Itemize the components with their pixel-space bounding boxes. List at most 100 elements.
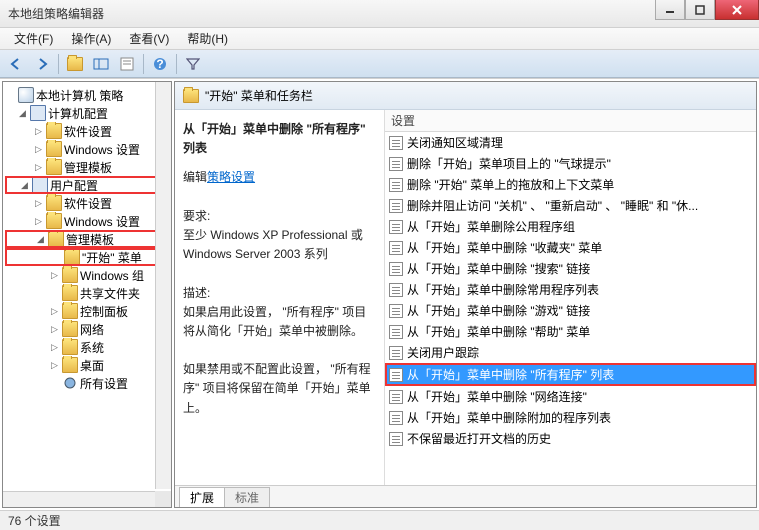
settings-list-row[interactable]: 从「开始」菜单中删除 "帮助" 菜单	[385, 321, 756, 342]
selected-policy-title: 从「开始」菜单中删除 "所有程序" 列表	[183, 120, 376, 158]
close-button[interactable]	[715, 0, 759, 20]
tree-computer-config[interactable]: ◢计算机配置	[5, 104, 169, 122]
minimize-button[interactable]	[655, 0, 685, 20]
collapse-icon[interactable]: ◢	[35, 234, 46, 245]
tree-start-menu[interactable]: "开始" 菜单	[5, 248, 169, 266]
list-column-header[interactable]: 设置	[385, 110, 756, 132]
expand-icon[interactable]: ▷	[49, 306, 60, 317]
tree-item[interactable]: ▷Windows 组	[5, 266, 169, 284]
settings-item-label: 从「开始」菜单中删除附加的程序列表	[407, 409, 611, 426]
menu-file[interactable]: 文件(F)	[6, 28, 61, 49]
policy-item-icon	[389, 262, 403, 276]
menu-action[interactable]: 操作(A)	[63, 28, 119, 49]
settings-list-row[interactable]: 删除「开始」菜单项目上的 "气球提示"	[385, 153, 756, 174]
forward-button[interactable]	[30, 53, 54, 75]
toolbar-separator	[143, 54, 144, 74]
settings-list-row[interactable]: 关闭用户跟踪	[385, 342, 756, 363]
policy-item-icon	[389, 157, 403, 171]
title-bar: 本地组策略编辑器	[0, 0, 759, 28]
settings-list-row[interactable]: 从「开始」菜单中删除 "游戏" 链接	[385, 300, 756, 321]
back-button[interactable]	[4, 53, 28, 75]
tree-item[interactable]: ▷软件设置	[5, 194, 169, 212]
content-area: 本地计算机 策略 ◢计算机配置 ▷软件设置 ▷Windows 设置 ▷管理模板 …	[0, 78, 759, 510]
folder-icon	[62, 339, 78, 355]
settings-list-row[interactable]: 删除并阻止访问 "关机" 、 "重新启动" 、 "睡眠" 和 "休...	[385, 195, 756, 216]
settings-list-row[interactable]: 从「开始」菜单中删除 "搜索" 链接	[385, 258, 756, 279]
policy-item-icon	[389, 283, 403, 297]
settings-list-row[interactable]: 从「开始」菜单中删除常用程序列表	[385, 279, 756, 300]
help-button[interactable]: ?	[148, 53, 172, 75]
expand-icon[interactable]: ▷	[33, 216, 44, 227]
maximize-button[interactable]	[685, 0, 715, 20]
scroll-corner	[155, 491, 171, 507]
tree-horizontal-scrollbar[interactable]	[3, 491, 155, 507]
window-title: 本地组策略编辑器	[8, 5, 104, 22]
edit-policy-link[interactable]: 策略设置	[207, 170, 255, 184]
folder-icon	[46, 141, 62, 157]
properties-button[interactable]	[115, 53, 139, 75]
details-body: 从「开始」菜单中删除 "所有程序" 列表 编辑策略设置 要求: 至少 Windo…	[175, 110, 756, 485]
tree-item[interactable]: ▷网络	[5, 320, 169, 338]
description-label: 描述:	[183, 284, 376, 303]
policy-root-icon	[18, 87, 34, 103]
tree-item[interactable]: ▷桌面	[5, 356, 169, 374]
filter-button[interactable]	[181, 53, 205, 75]
policy-item-icon	[389, 241, 403, 255]
description-text-2: 如果禁用或不配置此设置， "所有程序" 项目将保留在简单「开始」菜单上。	[183, 360, 376, 418]
settings-list-row[interactable]: 从「开始」菜单删除公用程序组	[385, 216, 756, 237]
tree-item[interactable]: ▷Windows 设置	[5, 140, 169, 158]
tree-root[interactable]: 本地计算机 策略	[5, 86, 169, 104]
expand-icon[interactable]: ▷	[33, 198, 44, 209]
collapse-icon[interactable]: ◢	[19, 180, 30, 191]
settings-list-row[interactable]: 从「开始」菜单中删除附加的程序列表	[385, 407, 756, 428]
tree-item[interactable]: ▷系统	[5, 338, 169, 356]
policy-item-icon	[389, 432, 403, 446]
menu-view[interactable]: 查看(V)	[121, 28, 177, 49]
expand-icon[interactable]: ▷	[33, 126, 44, 137]
settings-item-label: 从「开始」菜单中删除 "网络连接"	[407, 388, 587, 405]
settings-list: 关闭通知区域清理删除「开始」菜单项目上的 "气球提示" 删除 "开始" 菜单上的拖…	[385, 132, 756, 485]
policy-item-icon	[389, 136, 403, 150]
settings-item-label: 删除并阻止访问 "关机" 、 "重新启动" 、 "睡眠" 和 "休...	[407, 197, 698, 214]
expand-icon[interactable]: ▷	[49, 270, 60, 281]
tree-item[interactable]: ▷Windows 设置	[5, 212, 169, 230]
settings-list-row[interactable]: 关闭通知区域清理	[385, 132, 756, 153]
user-icon	[32, 177, 48, 193]
tree-all-settings[interactable]: 所有设置	[5, 374, 169, 392]
policy-item-icon	[389, 411, 403, 425]
settings-list-row[interactable]: 从「开始」菜单中删除 "收藏夹" 菜单	[385, 237, 756, 258]
expand-icon[interactable]: ▷	[49, 342, 60, 353]
settings-list-row[interactable]: 从「开始」菜单中删除 "网络连接"	[385, 386, 756, 407]
settings-list-row[interactable]: 不保留最近打开文档的历史	[385, 428, 756, 449]
settings-list-row[interactable]: 从「开始」菜单中删除 "所有程序" 列表	[385, 363, 756, 386]
tab-standard[interactable]: 标准	[224, 487, 270, 507]
expand-icon[interactable]: ▷	[33, 144, 44, 155]
show-hide-tree-button[interactable]	[89, 53, 113, 75]
settings-list-row[interactable]: 删除 "开始" 菜单上的拖放和上下文菜单	[385, 174, 756, 195]
up-button[interactable]	[63, 53, 87, 75]
settings-icon	[62, 375, 78, 391]
status-bar: 76 个设置	[0, 510, 759, 530]
collapse-icon[interactable]: ◢	[17, 108, 28, 119]
settings-item-label: 从「开始」菜单中删除 "收藏夹" 菜单	[407, 239, 602, 256]
menu-help[interactable]: 帮助(H)	[179, 28, 236, 49]
settings-item-label: 从「开始」菜单中删除 "所有程序" 列表	[407, 366, 614, 383]
tree-user-config[interactable]: ◢用户配置	[5, 176, 169, 194]
policy-item-icon	[389, 220, 403, 234]
expand-icon[interactable]: ▷	[33, 162, 44, 173]
expand-icon[interactable]: ▷	[49, 324, 60, 335]
tree-vertical-scrollbar[interactable]	[155, 82, 171, 489]
settings-item-label: 删除「开始」菜单项目上的 "气球提示"	[407, 155, 611, 172]
requirements-text: 至少 Windows XP Professional 或 Windows Ser…	[183, 226, 376, 264]
tree-item[interactable]: ▷管理模板	[5, 158, 169, 176]
tree-item[interactable]: 共享文件夹	[5, 284, 169, 302]
expand-icon[interactable]: ▷	[49, 360, 60, 371]
tree-item[interactable]: ▷软件设置	[5, 122, 169, 140]
folder-icon	[62, 285, 78, 301]
tree-admin-templates[interactable]: ◢管理模板	[5, 230, 169, 248]
folder-icon	[62, 303, 78, 319]
tab-bar: 扩展 标准	[175, 485, 756, 507]
settings-list-pane: 设置 关闭通知区域清理删除「开始」菜单项目上的 "气球提示" 删除 "开始" 菜单…	[385, 110, 756, 485]
tab-extended[interactable]: 扩展	[179, 487, 225, 507]
tree-item[interactable]: ▷控制面板	[5, 302, 169, 320]
